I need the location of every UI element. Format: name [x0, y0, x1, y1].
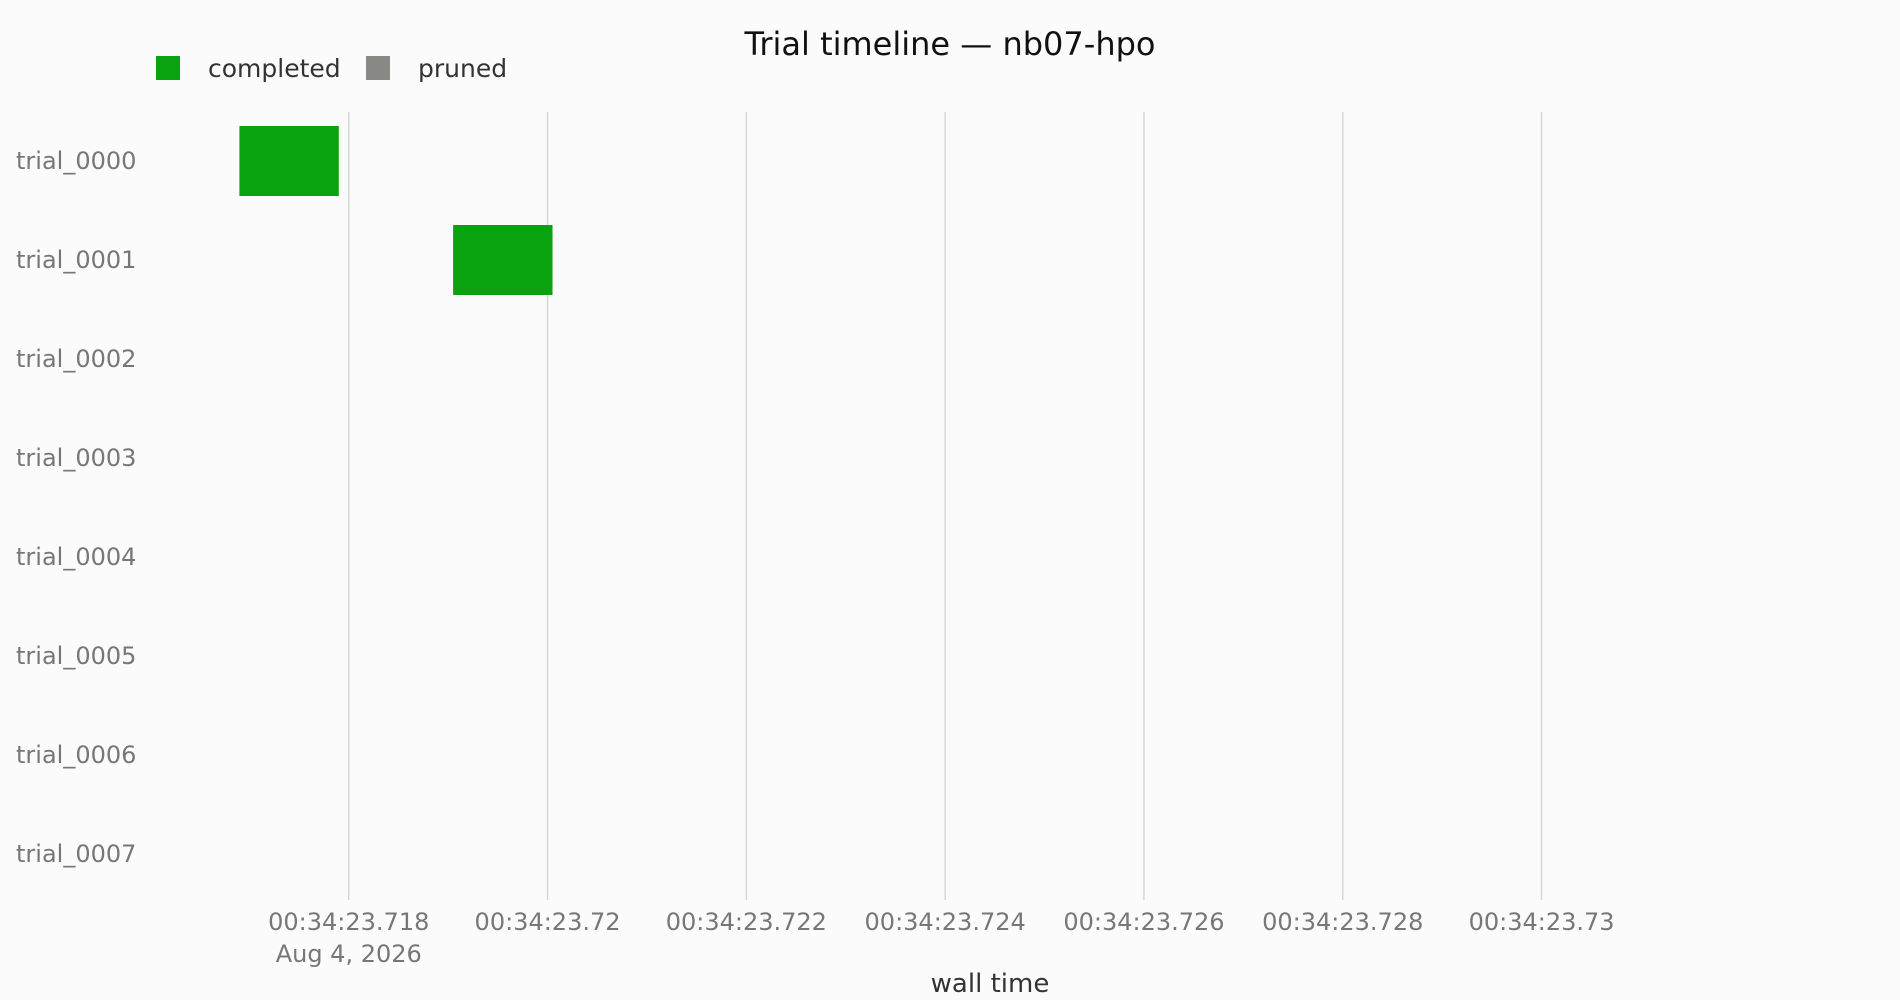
trial-timeline-chart: Trial timeline — nb07-hpo completed prun…: [16, 25, 1615, 999]
legend-label-pruned[interactable]: pruned: [418, 54, 507, 83]
y-tick-label: trial_0001: [16, 246, 136, 274]
chart-title: Trial timeline — nb07-hpo: [744, 25, 1156, 63]
legend: completed pruned: [156, 54, 507, 83]
x-tick-label: 00:34:23.722: [666, 908, 827, 936]
x-tick-label: 00:34:23.73: [1469, 908, 1615, 936]
x-axis-date-label: Aug 4, 2026: [276, 940, 422, 968]
y-tick-label: trial_0003: [16, 444, 136, 472]
x-axis-tick-labels: 00:34:23.718 00:34:23.72 00:34:23.722 00:34…: [268, 908, 1614, 936]
y-tick-label: trial_0005: [16, 642, 136, 670]
x-tick-label: 00:34:23.724: [865, 908, 1026, 936]
bars: [239, 126, 553, 295]
x-tick-label: 00:34:23.718: [268, 908, 429, 936]
x-tick-label: 00:34:23.726: [1063, 908, 1224, 936]
y-tick-label: trial_0002: [16, 345, 136, 373]
x-tick-label: 00:34:23.72: [475, 908, 621, 936]
y-tick-label: trial_0006: [16, 741, 136, 769]
legend-swatch-pruned[interactable]: [366, 56, 390, 80]
legend-swatch-completed[interactable]: [156, 56, 180, 80]
bar-trial_0000[interactable]: [239, 126, 339, 196]
y-tick-label: trial_0000: [16, 147, 136, 175]
y-tick-label: trial_0004: [16, 543, 136, 571]
y-axis-tick-labels: trial_0000 trial_0001 trial_0002 trial_0003…: [16, 147, 136, 868]
legend-label-completed[interactable]: completed: [208, 54, 341, 83]
y-tick-label: trial_0007: [16, 840, 136, 868]
x-axis-title: wall time: [931, 969, 1050, 999]
bar-trial_0001[interactable]: [453, 225, 553, 295]
x-tick-label: 00:34:23.728: [1262, 908, 1423, 936]
